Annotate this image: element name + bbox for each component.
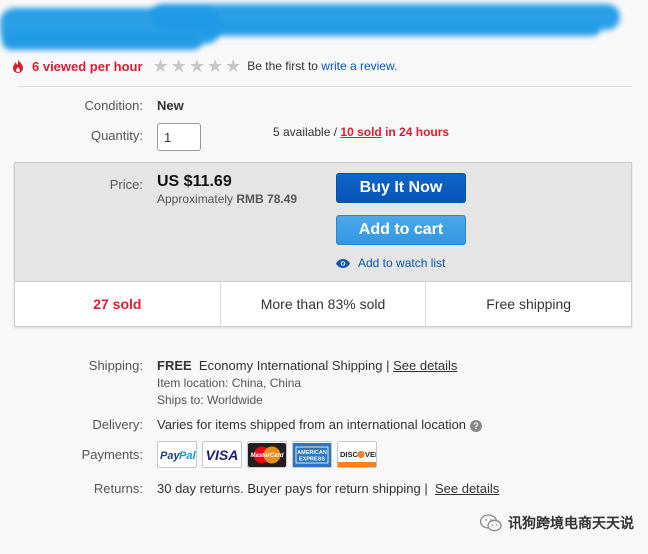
ships-to: Ships to: Worldwide	[157, 393, 263, 407]
svg-text:VISA: VISA	[206, 447, 239, 463]
payment-methods: Pay Pal VISA MasterCard AMERICAN EXPRESS D…	[157, 441, 377, 468]
amex-icon: AMERICAN EXPRESS	[292, 441, 332, 468]
views-per-hour: 6 viewed per hour	[32, 58, 143, 74]
condition-value: New	[157, 98, 184, 113]
price-value: US $11.69	[157, 173, 232, 190]
stat-sold: 27 sold	[15, 282, 221, 326]
star-icon: ★	[188, 56, 205, 76]
help-icon[interactable]: ?	[470, 419, 483, 432]
shipping-see-details-link[interactable]: See details	[393, 358, 457, 373]
write-review-link[interactable]: write a review.	[321, 59, 397, 73]
stat-percent-sold: More than 83% sold	[221, 282, 427, 326]
approx-prefix: Approximately	[157, 192, 234, 206]
svg-text:EXPRESS: EXPRESS	[299, 456, 325, 462]
buy-box-upper: Price: US $11.69 Approximately RMB 78.49…	[15, 163, 631, 281]
quantity-input[interactable]	[157, 123, 201, 151]
watch-list-label: Add to watch list	[358, 256, 446, 270]
star-icon: ★	[225, 56, 242, 76]
sold-count-link[interactable]: 10 sold	[340, 125, 381, 139]
shipping-label: Shipping:	[88, 358, 143, 373]
sales-stats: 27 sold More than 83% sold Free shipping	[15, 281, 631, 326]
rating-stars[interactable]: ★ ★ ★ ★ ★	[153, 57, 242, 75]
add-to-cart-button[interactable]: Add to cart	[336, 215, 466, 245]
divider	[18, 86, 632, 87]
svg-text:Pay: Pay	[160, 450, 180, 462]
redacted-title	[0, 2, 648, 54]
eye-icon	[336, 258, 350, 268]
shipping-free: FREE	[157, 358, 192, 373]
mastercard-icon: MasterCard	[247, 441, 287, 468]
watch-row: 6 viewed per hour ★ ★ ★ ★ ★ Be the first…	[12, 57, 397, 75]
svg-text:Pal: Pal	[179, 450, 196, 462]
quantity-label: Quantity:	[90, 128, 143, 143]
returns-see-details-link[interactable]: See details	[435, 481, 499, 496]
stat-free-shipping: Free shipping	[486, 296, 572, 312]
star-icon: ★	[170, 56, 187, 76]
delivery-label: Delivery:	[92, 417, 143, 432]
flame-icon	[13, 59, 23, 73]
item-location: Item location: China, China	[157, 376, 302, 390]
paypal-icon: Pay Pal	[157, 441, 197, 468]
visa-icon: VISA	[202, 441, 242, 468]
star-icon: ★	[206, 56, 224, 76]
sold-period: in 24 hours	[385, 125, 450, 139]
svg-text:AMERICAN: AMERICAN	[297, 450, 327, 456]
returns-text: 30 day returns. Buyer pays for return sh…	[157, 481, 428, 496]
buy-it-now-button[interactable]: Buy It Now	[336, 173, 466, 203]
watermark: 讯狗跨境电商天天说	[480, 513, 634, 533]
buy-box: Price: US $11.69 Approximately RMB 78.49…	[14, 162, 632, 327]
svg-text:DISC: DISC	[340, 450, 359, 459]
shipping-method: Economy International Shipping |	[198, 358, 390, 373]
availability: 5 available / 10 sold in 24 hours	[273, 125, 449, 139]
wechat-icon	[480, 514, 502, 532]
returns-label: Returns:	[93, 481, 143, 496]
available-count: 5 available /	[273, 125, 338, 139]
review-prompt: Be the first to write a review.	[247, 59, 397, 73]
shipping-info: FREE Economy International Shipping | Se…	[157, 358, 457, 373]
add-to-watch-list-link[interactable]: Add to watch list	[336, 256, 445, 270]
watermark-text: 讯狗跨境电商天天说	[508, 515, 634, 531]
price-label: Price:	[109, 177, 143, 192]
svg-text:MasterCard: MasterCard	[250, 453, 283, 459]
star-icon: ★	[152, 56, 169, 76]
svg-text:VER: VER	[365, 450, 376, 459]
returns-info: 30 day returns. Buyer pays for return sh…	[157, 481, 499, 496]
approx-value: RMB 78.49	[236, 192, 298, 206]
delivery-info: Varies for items shipped from an interna…	[157, 417, 483, 432]
discover-icon: DISC VER	[337, 441, 377, 468]
condition-label: Condition:	[84, 98, 143, 113]
approx-price: Approximately RMB 78.49	[157, 192, 297, 206]
review-prefix: Be the first to	[247, 59, 318, 73]
payments-label: Payments:	[81, 447, 143, 462]
delivery-text: Varies for items shipped from an interna…	[157, 417, 467, 432]
